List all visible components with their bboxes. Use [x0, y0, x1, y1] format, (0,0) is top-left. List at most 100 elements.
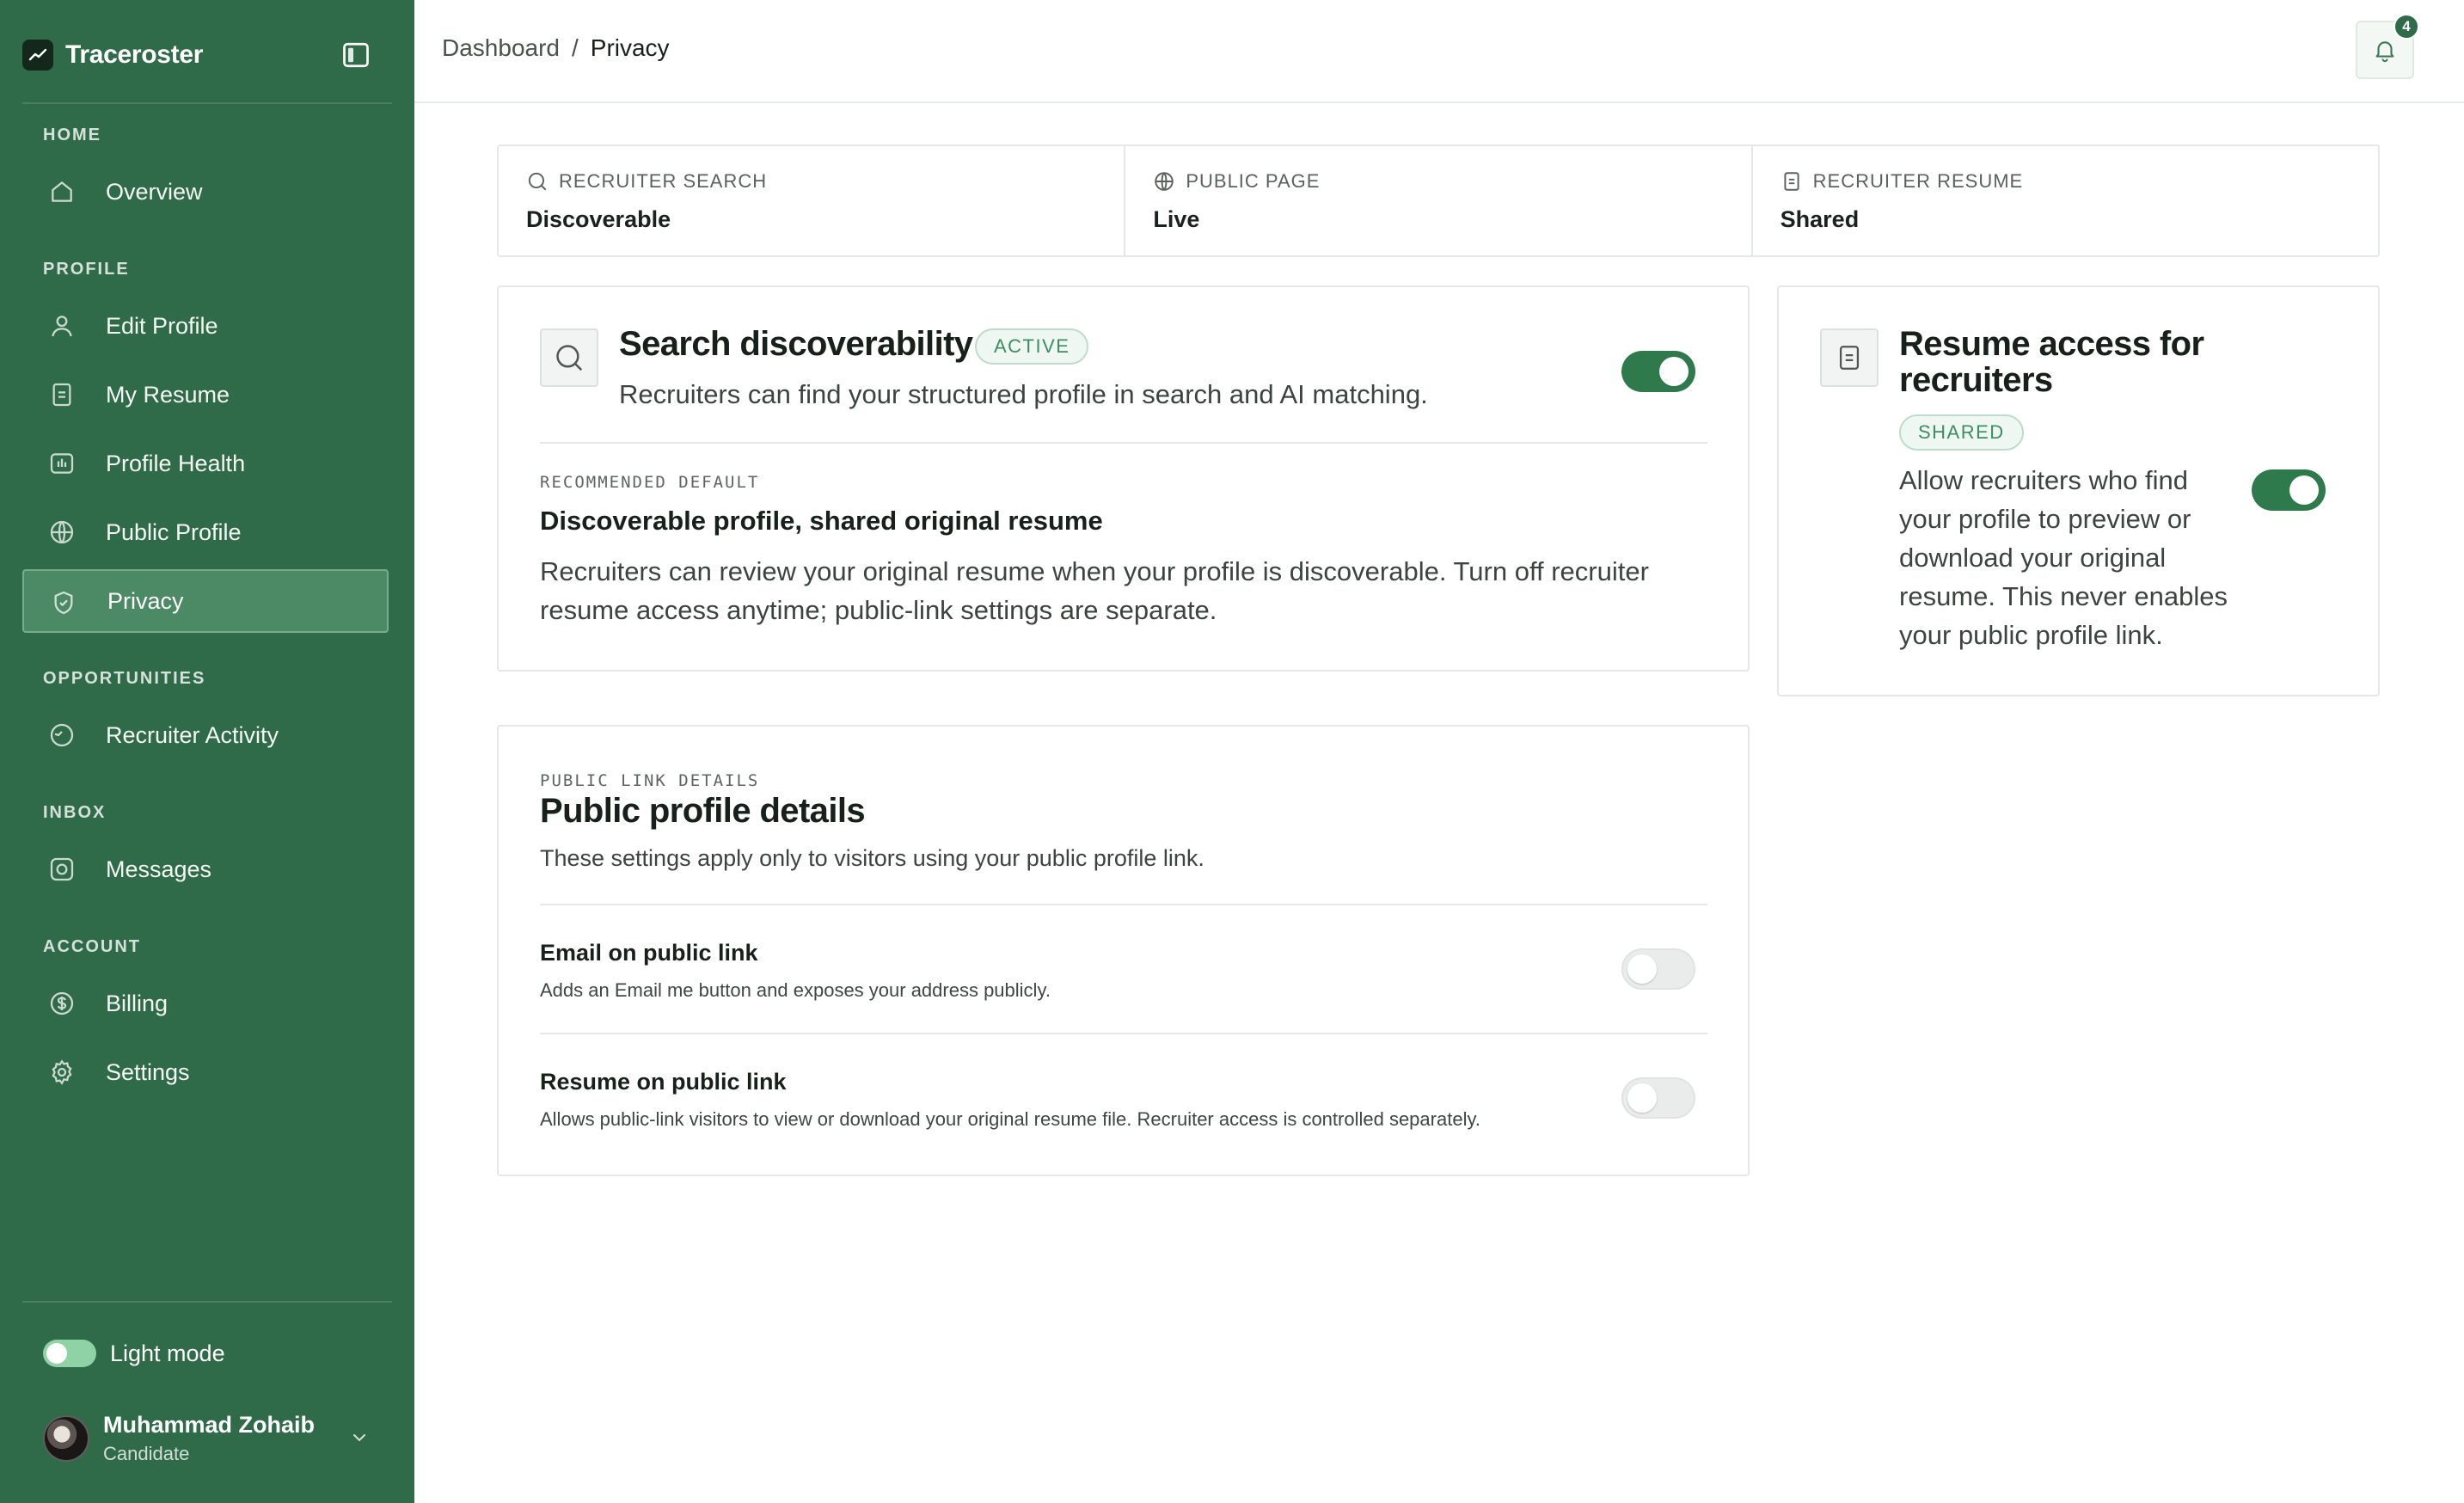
section-eyebrow: RECOMMENDED DEFAULT	[540, 473, 760, 492]
user-menu[interactable]: Muhammad Zohaib Candidate	[43, 1408, 378, 1469]
sidebar-divider	[22, 102, 392, 104]
sidebar-toggle-button[interactable]	[337, 36, 375, 74]
user-role: Candidate	[103, 1443, 190, 1464]
section-label-profile: PROFILE	[43, 260, 130, 279]
resume-on-public-link-title: Resume on public link	[540, 1069, 787, 1095]
search-icon	[528, 172, 547, 191]
logo-icon	[22, 40, 53, 71]
default-title: Discoverable profile, shared original re…	[540, 506, 1103, 536]
sidebar-item-public-profile[interactable]: Public Profile	[22, 500, 389, 564]
card-description-line-1: Allow recruiters who find	[1899, 465, 2188, 495]
activity-icon	[50, 723, 74, 747]
status-public-page: PUBLIC PAGE Live	[1125, 146, 1753, 255]
search-discoverability-toggle[interactable]	[1621, 351, 1695, 392]
sidebar-item-label: Profile Health	[106, 450, 246, 476]
shield-check-icon	[54, 591, 73, 615]
resume-access-toggle[interactable]	[2252, 469, 2326, 511]
status-value: Discoverable	[526, 206, 671, 232]
sidebar-item-billing[interactable]: Billing	[22, 972, 389, 1035]
card-title: Search discoverability	[619, 325, 973, 363]
card-divider	[540, 442, 1707, 444]
sidebar-item-edit-profile[interactable]: Edit Profile	[22, 294, 389, 358]
sidebar-item-settings[interactable]: Settings	[22, 1040, 389, 1104]
sidebar-item-label: Overview	[106, 178, 203, 205]
sidebar-item-label: Settings	[106, 1058, 190, 1085]
sidebar-item-privacy[interactable]: Privacy	[22, 569, 389, 633]
status-label: RECRUITER SEARCH	[559, 170, 768, 192]
notification-count-badge: 4	[2394, 14, 2419, 40]
brand[interactable]: Traceroster	[22, 38, 203, 72]
email-on-public-link-toggle[interactable]	[1621, 948, 1695, 990]
sidebar-item-label: Edit Profile	[106, 312, 218, 339]
chart-icon	[50, 453, 74, 474]
theme-toggle-label: Light mode	[110, 1340, 225, 1366]
card-title-line-1: Resume access for	[1899, 325, 2204, 363]
sidebar-item-label: My Resume	[106, 381, 230, 408]
sidebar: Traceroster HOME Overview PROFILE Edit P…	[0, 0, 414, 1503]
default-body-line-1: Recruiters can review your original resu…	[540, 556, 1649, 586]
bell-icon	[2375, 41, 2394, 63]
globe-icon	[1155, 172, 1174, 191]
status-label: PUBLIC PAGE	[1186, 170, 1321, 192]
chevron-down-icon	[353, 1434, 365, 1442]
card-title-line-2: recruiters	[1899, 361, 2053, 399]
sidebar-item-profile-health[interactable]: Profile Health	[22, 432, 389, 495]
status-badge: ACTIVE	[975, 328, 1089, 365]
sidebar-item-recruiter-activity[interactable]: Recruiter Activity	[22, 703, 389, 767]
theme-toggle[interactable]: Light mode	[43, 1338, 225, 1369]
search-icon-tile	[540, 328, 598, 387]
sidebar-divider	[22, 1301, 392, 1303]
inbox-icon	[50, 857, 74, 881]
document-icon-tile	[1820, 328, 1879, 387]
document-icon	[52, 383, 71, 407]
section-label-opportunities: OPPORTUNITIES	[43, 669, 206, 688]
sidebar-item-label: Billing	[106, 990, 169, 1016]
card-divider	[540, 1033, 1707, 1034]
top-bar: Dashboard / Privacy 4	[414, 0, 2464, 103]
resume-access-card: Resume access for recruiters SHARED Allo…	[1777, 285, 2380, 696]
document-icon	[1839, 346, 1860, 370]
status-value: Live	[1153, 206, 1200, 232]
card-description-line-4: resume. This never enables	[1899, 581, 2228, 611]
card-divider	[540, 904, 1707, 905]
card-description-line-5: your public profile link.	[1899, 620, 2163, 650]
status-recruiter-resume: RECRUITER RESUME Shared	[1753, 146, 2378, 255]
email-on-public-link-title: Email on public link	[540, 940, 758, 966]
theme-switch[interactable]	[43, 1340, 96, 1367]
document-icon	[1784, 172, 1799, 191]
section-label-home: HOME	[43, 126, 101, 144]
card-description-line-2: your profile to preview or	[1899, 504, 2191, 534]
resume-on-public-link-description: Allows public-link visitors to view or d…	[540, 1108, 1480, 1130]
search-icon	[556, 345, 583, 371]
status-label: RECRUITER RESUME	[1812, 170, 2024, 192]
breadcrumb-separator: /	[571, 34, 579, 61]
user-icon	[52, 316, 72, 337]
breadcrumb-dashboard[interactable]: Dashboard	[442, 34, 560, 62]
sidebar-item-label: Public Profile	[106, 518, 242, 545]
resume-on-public-link-toggle[interactable]	[1621, 1077, 1695, 1119]
app-name: Traceroster	[65, 40, 204, 69]
public-profile-details-card: PUBLIC LINK DETAILS Public profile detai…	[497, 725, 1750, 1176]
card-title: Public profile details	[540, 792, 866, 830]
sidebar-item-label: Messages	[106, 856, 212, 882]
section-label-account: ACCOUNT	[43, 937, 141, 956]
sidebar-item-label: Recruiter Activity	[106, 721, 279, 748]
privacy-status-strip: RECRUITER SEARCH Discoverable PUBLIC PAG…	[497, 144, 2380, 257]
status-value: Shared	[1780, 206, 1860, 232]
breadcrumb: Dashboard / Privacy	[442, 34, 670, 62]
sidebar-item-messages[interactable]: Messages	[22, 837, 389, 901]
card-description: These settings apply only to visitors us…	[540, 845, 1204, 871]
globe-icon	[50, 520, 74, 544]
search-discoverability-card: Search discoverability ACTIVE Recruiters…	[497, 285, 1750, 672]
breadcrumb-current: Privacy	[590, 34, 670, 61]
home-icon	[52, 181, 72, 202]
avatar	[43, 1415, 89, 1462]
section-label-inbox: INBOX	[43, 803, 107, 822]
status-recruiter-search: RECRUITER SEARCH Discoverable	[499, 146, 1126, 255]
section-eyebrow: PUBLIC LINK DETAILS	[540, 771, 760, 790]
status-badge: SHARED	[1899, 414, 2024, 451]
default-body-line-2: resume access anytime; public-link setti…	[540, 595, 1217, 625]
sidebar-item-my-resume[interactable]: My Resume	[22, 363, 389, 426]
email-on-public-link-description: Adds an Email me button and exposes your…	[540, 979, 1051, 1001]
sidebar-item-overview[interactable]: Overview	[22, 160, 389, 224]
